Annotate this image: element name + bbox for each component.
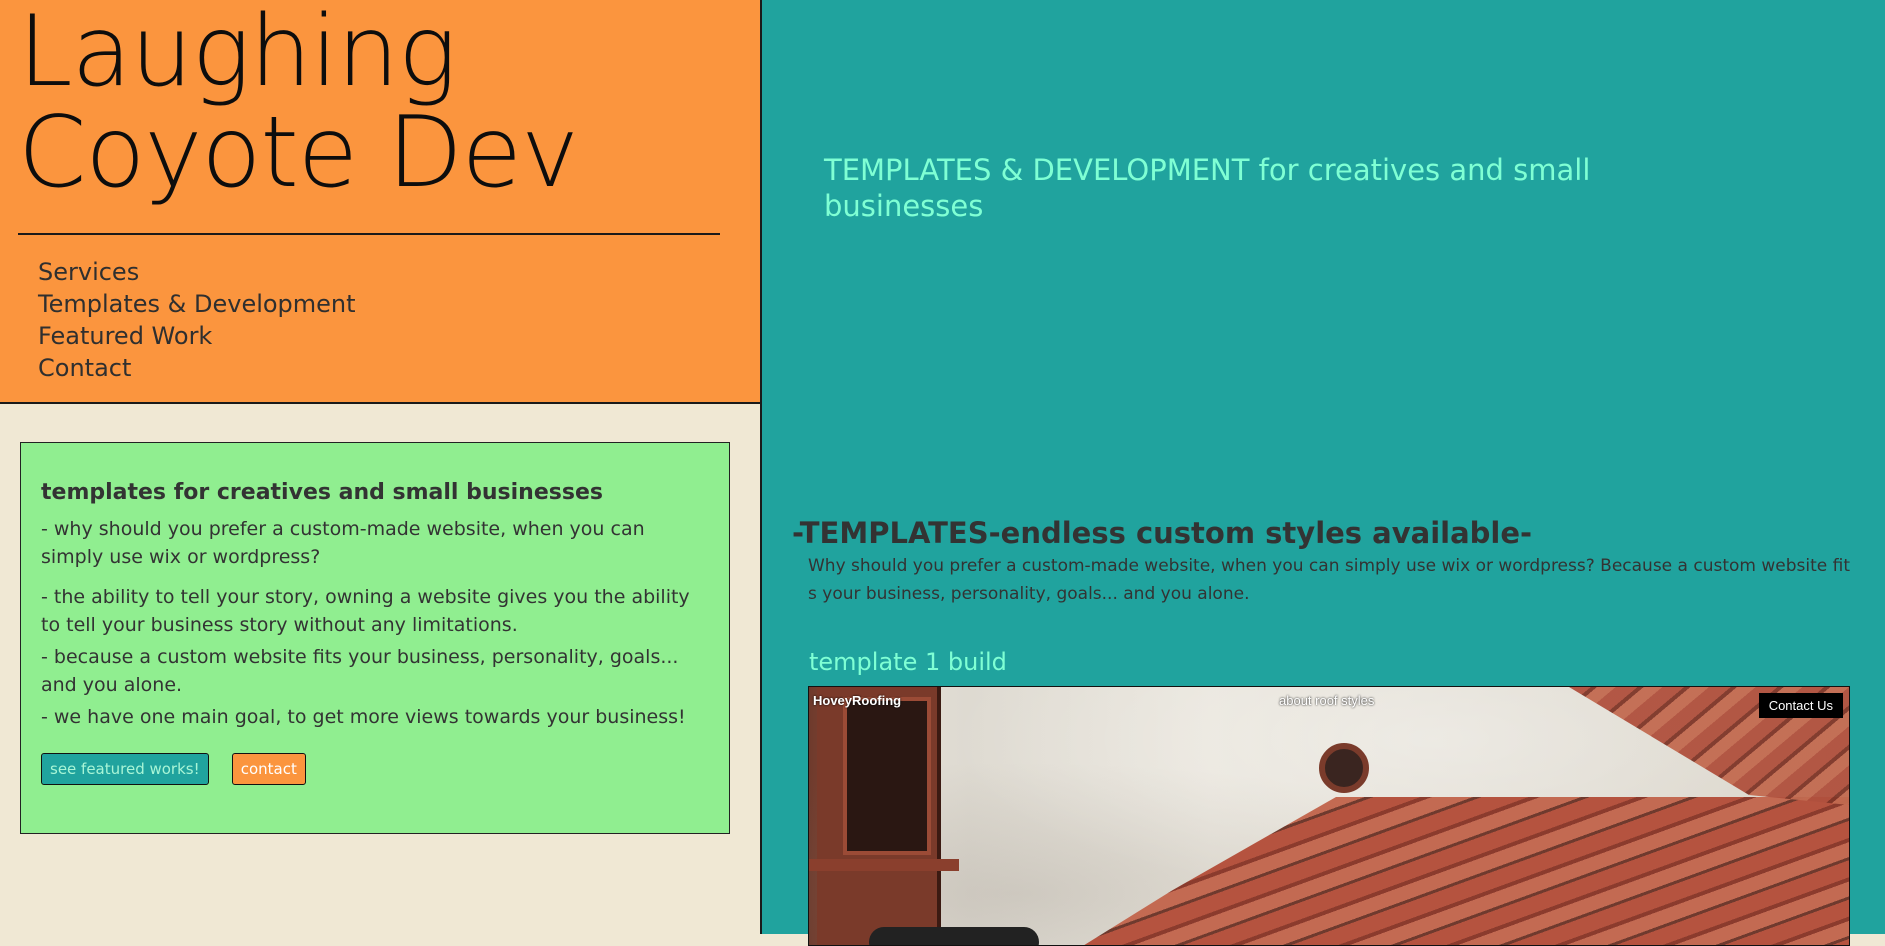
preview-photo-door-glass xyxy=(843,697,931,855)
intro-card: templates for creatives and small busine… xyxy=(20,442,730,834)
nav-item-templates-development[interactable]: Templates & Development xyxy=(38,288,356,320)
card-button-group: see featured works! contact xyxy=(41,753,709,785)
card-heading: templates for creatives and small busine… xyxy=(41,480,603,505)
nav-item-featured-work[interactable]: Featured Work xyxy=(38,320,356,352)
preview-photo-door xyxy=(817,687,941,945)
preview-contact-button[interactable]: Contact Us xyxy=(1758,693,1843,718)
nav-item-services[interactable]: Services xyxy=(38,256,356,288)
preview-photo-balcony xyxy=(809,859,959,871)
card-paragraph: - because a custom website fits your bus… xyxy=(41,646,679,696)
preview-brand-logo[interactable]: HoveyRoofing xyxy=(813,693,901,708)
preview-photo-round-window xyxy=(1319,743,1369,793)
template-preview[interactable]: HoveyRoofing about roof styles Contact U… xyxy=(808,686,1850,946)
main-content: TEMPLATES & DEVELOPMENT for creatives an… xyxy=(762,0,1885,946)
template-build-label: template 1 build xyxy=(809,648,1007,676)
see-featured-works-button[interactable]: see featured works! xyxy=(41,753,209,785)
card-paragraph: - why should you prefer a custom-made we… xyxy=(41,518,645,568)
left-column: Laughing Coyote Dev Services Templates &… xyxy=(0,0,762,934)
preview-nav-link[interactable]: about roof styles xyxy=(1279,693,1374,708)
templates-description: Why should you prefer a custom-made webs… xyxy=(808,556,1851,604)
templates-heading: -TEMPLATES-endless custom styles availab… xyxy=(792,516,1533,550)
site-header: Laughing Coyote Dev Services Templates &… xyxy=(0,0,760,404)
site-title: Laughing Coyote Dev xyxy=(18,0,579,210)
card-paragraph: - we have one main goal, to get more vie… xyxy=(41,706,686,728)
nav-item-contact[interactable]: Contact xyxy=(38,352,356,384)
page-tagline: TEMPLATES & DEVELOPMENT for creatives an… xyxy=(824,153,1591,223)
card-paragraph: - the ability to tell your story, owning… xyxy=(41,586,690,636)
contact-button[interactable]: contact xyxy=(231,753,306,785)
preview-bottom-pill xyxy=(869,927,1039,945)
main-nav: Services Templates & Development Feature… xyxy=(38,256,356,384)
title-divider xyxy=(18,233,720,235)
